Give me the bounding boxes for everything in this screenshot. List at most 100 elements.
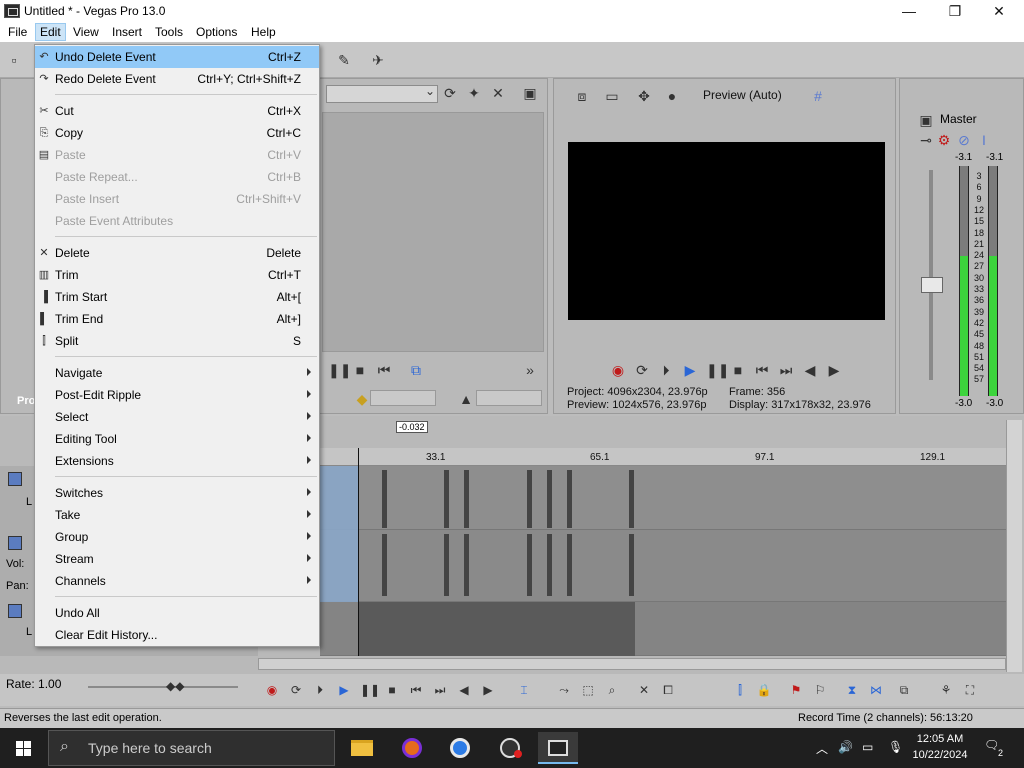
edit-menu-item[interactable]: ⎘ Copy Ctrl+C <box>35 122 319 144</box>
track-row[interactable] <box>320 466 1006 530</box>
paint-brush-icon[interactable]: ✎ <box>336 52 352 68</box>
envelope-tool-icon[interactable]: ⤳ <box>556 682 572 698</box>
marker-icon[interactable]: ◆ <box>354 391 370 407</box>
event-clip[interactable] <box>444 534 449 596</box>
edit-menu-item[interactable]: ▥ Trim Ctrl+T <box>35 264 319 286</box>
menu-help[interactable]: Help <box>251 25 276 39</box>
auto-crossfade-icon[interactable]: ⋈ <box>868 682 884 698</box>
event-clip[interactable] <box>382 470 387 528</box>
pause-icon[interactable]: ❚❚ <box>706 362 729 378</box>
chrome-app[interactable] <box>440 732 480 764</box>
record-icon[interactable]: ◉ <box>610 362 626 378</box>
monitor-icon[interactable]: ▣ <box>522 85 538 101</box>
timeline-vertical-scrollbar[interactable] <box>1006 420 1022 672</box>
more-icon[interactable]: » <box>522 362 538 378</box>
normal-edit-tool-icon[interactable]: ⌶ <box>516 682 532 698</box>
playhead-cursor[interactable] <box>358 448 359 656</box>
preview-quality[interactable]: Preview (Auto) <box>703 88 782 102</box>
maximize-button[interactable]: ❐ <box>932 0 978 22</box>
stop-icon[interactable]: ■ <box>730 362 746 378</box>
fx-gear-icon[interactable]: ⚙ <box>936 132 952 148</box>
next-frame-icon[interactable]: ▶ <box>480 682 496 698</box>
go-end-icon[interactable]: ⏭ <box>432 682 448 698</box>
event-clip[interactable] <box>527 534 532 596</box>
menu-edit[interactable]: Edit <box>35 23 66 41</box>
play-icon[interactable]: ▶ <box>336 682 352 698</box>
event-clip[interactable] <box>547 470 552 528</box>
start-button[interactable] <box>0 728 46 768</box>
trim-field-2[interactable] <box>476 390 542 406</box>
mute-icon[interactable]: ⊘ <box>956 132 972 148</box>
edit-menu-item[interactable]: Undo All <box>35 602 319 624</box>
master-fader-knob[interactable] <box>921 277 943 293</box>
minimize-button[interactable]: — <box>886 0 932 22</box>
region-icon[interactable]: ⚐ <box>812 682 828 698</box>
track-header-icon[interactable] <box>8 604 22 618</box>
firefox-app[interactable] <box>392 732 432 764</box>
time-ruler[interactable] <box>320 448 1006 466</box>
solo-icon[interactable]: I <box>976 132 992 148</box>
timeline-horizontal-scrollbar[interactable] <box>258 658 1006 670</box>
edit-menu-item[interactable]: ↷ Redo Delete Event Ctrl+Y; Ctrl+Shift+Z <box>35 68 319 90</box>
audio-event[interactable] <box>358 602 635 656</box>
edit-menu-item[interactable]: ▌ Trim End Alt+] <box>35 308 319 330</box>
menu-file[interactable]: File <box>8 25 27 39</box>
close-button[interactable]: ✕ <box>976 0 1022 22</box>
go-end-icon[interactable]: ⏭ <box>778 362 794 378</box>
zoom-tool-icon[interactable]: ⌕ <box>604 682 620 698</box>
overlays-icon[interactable]: # <box>810 88 826 104</box>
tool-icon[interactable]: ✈ <box>370 52 386 68</box>
edit-menu-item[interactable]: ✂ Cut Ctrl+X <box>35 100 319 122</box>
location-dropdown[interactable] <box>326 84 438 103</box>
selection-tool-icon[interactable]: ⬚ <box>580 682 596 698</box>
master-fader-track[interactable] <box>929 170 933 380</box>
event-clip[interactable] <box>527 470 532 528</box>
play-from-start-icon[interactable]: ⏵ <box>312 682 328 698</box>
edit-menu-item[interactable]: ⫿ Split S <box>35 330 319 352</box>
edit-menu-item[interactable]: Stream <box>35 548 319 570</box>
delete-event-icon[interactable]: ✕ <box>636 682 652 698</box>
loop-playback-icon[interactable]: ⟳ <box>288 682 304 698</box>
track-header-icon[interactable] <box>8 536 22 550</box>
stop-icon[interactable]: ■ <box>384 682 400 698</box>
preview-props-icon[interactable]: ⧈ <box>574 88 590 104</box>
edit-menu-item[interactable]: Select <box>35 406 319 428</box>
rate-slider[interactable] <box>88 686 238 688</box>
go-start-icon[interactable]: ⏮ <box>376 362 392 378</box>
edit-menu-item[interactable]: Extensions <box>35 450 319 472</box>
edit-menu-item[interactable]: Post-Edit Ripple <box>35 384 319 406</box>
loop-icon[interactable]: ⧉ <box>408 362 424 378</box>
event-clip[interactable] <box>382 534 387 596</box>
trim-icon[interactable]: ⧠ <box>660 682 676 698</box>
event-clip[interactable] <box>567 470 572 528</box>
record-icon[interactable]: ◉ <box>264 682 280 698</box>
pause-icon[interactable]: ❚❚ <box>360 682 380 698</box>
menu-insert[interactable]: Insert <box>112 25 142 39</box>
edit-menu-item[interactable]: ✕ Delete Delete <box>35 242 319 264</box>
event-clip[interactable] <box>629 534 634 596</box>
image-icon[interactable]: ▲ <box>458 391 474 407</box>
fader-icon[interactable]: ⊸ <box>918 132 934 148</box>
event-clip[interactable] <box>629 470 634 528</box>
edit-menu-item[interactable]: Channels <box>35 570 319 592</box>
microphone-icon[interactable]: 🎙 <box>888 740 903 754</box>
taskbar-clock[interactable]: 12:05 AM 10/22/2024 <box>906 731 974 763</box>
event-clip[interactable] <box>464 534 469 596</box>
trim-field[interactable] <box>370 390 436 406</box>
lock-envelopes-icon[interactable]: ⛶ <box>962 682 978 698</box>
snapping-icon[interactable]: ⧗ <box>844 682 860 698</box>
video-fx-icon[interactable]: ● <box>664 88 680 104</box>
split-icon[interactable]: ⫿ <box>732 682 748 698</box>
event-clip[interactable] <box>567 534 572 596</box>
event-clip[interactable] <box>444 470 449 528</box>
ripple-icon[interactable]: ⧉ <box>896 682 912 698</box>
event-clip[interactable] <box>547 534 552 596</box>
pause-icon[interactable]: ❚❚ <box>328 362 351 378</box>
loop-playback-icon[interactable]: ⟳ <box>634 362 650 378</box>
rate-slider-knob[interactable]: ◆◆ <box>166 679 186 693</box>
event-clip[interactable] <box>464 470 469 528</box>
prev-frame-icon[interactable]: ◀ <box>456 682 472 698</box>
volume-icon[interactable]: 🔊 <box>838 740 853 754</box>
new-project-icon[interactable]: ▫ <box>6 52 22 68</box>
play-from-start-icon[interactable]: ⏵ <box>658 362 674 378</box>
